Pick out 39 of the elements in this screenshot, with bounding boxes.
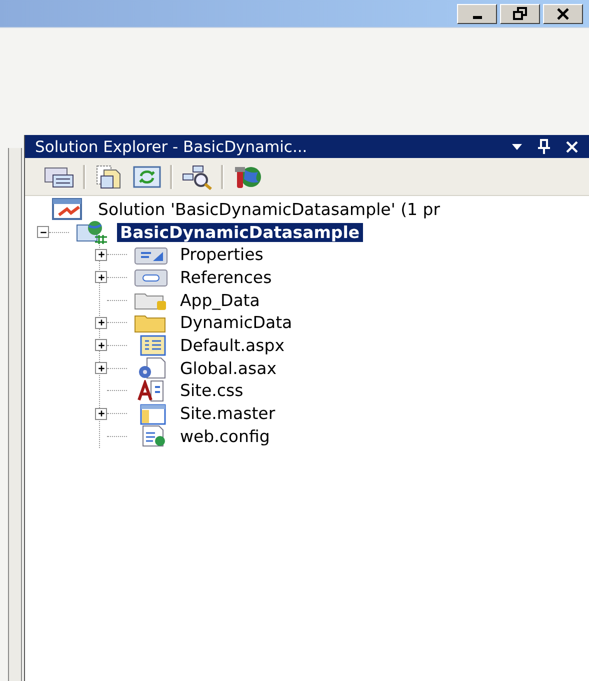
refresh-icon[interactable] <box>132 164 162 188</box>
close-button[interactable] <box>543 4 583 24</box>
dropdown-icon[interactable] <box>511 142 523 150</box>
tree-item[interactable]: Default.aspx <box>177 336 288 355</box>
tree-item[interactable]: Global.asax <box>177 358 280 378</box>
tree-item[interactable]: References <box>177 268 275 287</box>
tree-item[interactable]: Properties <box>177 245 266 264</box>
close-icon <box>555 6 571 20</box>
pin-icon[interactable] <box>537 138 551 154</box>
solution-icon <box>51 197 85 222</box>
collapse-toggle[interactable] <box>37 226 49 238</box>
tree-item[interactable]: BasicDynamicDatasample <box>117 222 363 242</box>
tree-item[interactable]: App_Data <box>177 290 263 310</box>
plus-icon <box>96 318 106 328</box>
expand-toggle[interactable] <box>95 316 107 329</box>
plus-icon <box>96 272 106 282</box>
tree-item[interactable]: Solution 'BasicDynamicDatasample' (1 pr <box>95 200 444 219</box>
tree-item[interactable]: Site.css <box>177 381 246 400</box>
expand-toggle[interactable] <box>95 408 107 420</box>
class-diagram-icon[interactable] <box>181 164 213 190</box>
properties-window-icon[interactable] <box>43 164 75 188</box>
panel-title: Solution Explorer - BasicDynamic... <box>35 138 308 156</box>
web-project-icon <box>75 219 109 246</box>
expand-toggle[interactable] <box>95 339 107 352</box>
tree-item[interactable]: web.config <box>177 426 273 446</box>
plus-icon <box>96 250 106 260</box>
plus-icon <box>96 364 106 373</box>
minimize-button[interactable] <box>457 4 497 24</box>
tree-item[interactable]: Site.master <box>177 404 278 424</box>
expand-toggle[interactable] <box>95 248 107 261</box>
minimize-icon <box>472 16 482 19</box>
restore-icon <box>512 6 528 20</box>
restore-button[interactable] <box>500 4 540 24</box>
close-icon[interactable] <box>565 140 579 154</box>
plus-icon <box>96 340 106 350</box>
expand-toggle[interactable] <box>95 362 107 374</box>
plus-icon <box>96 409 106 418</box>
expand-toggle[interactable] <box>95 271 107 284</box>
tree-item[interactable]: DynamicData <box>177 313 296 332</box>
